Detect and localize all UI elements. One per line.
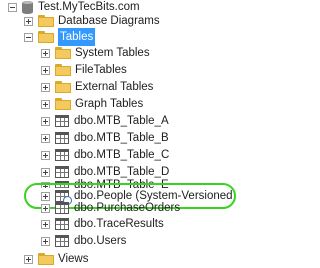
expand-toggle[interactable] [41, 65, 50, 75]
node-label: Graph Tables [75, 98, 144, 110]
expand-toggle[interactable] [41, 191, 50, 201]
table-icon [55, 115, 69, 127]
node-label: dbo.MTB_Table_A [74, 115, 169, 127]
folder-icon [55, 64, 71, 76]
node-label: External Tables [75, 81, 154, 93]
table-icon [55, 149, 69, 161]
tree-node-external-tables[interactable]: External Tables [41, 78, 153, 96]
table-icon [55, 132, 69, 144]
tree-node-table[interactable]: dbo.MTB_Table_B [41, 129, 169, 147]
folder-icon [55, 98, 71, 110]
tree-node-graph-tables[interactable]: Graph Tables [41, 95, 143, 113]
expand-toggle[interactable] [24, 254, 33, 264]
table-icon [55, 235, 69, 247]
tree-node-purchase-orders[interactable]: dbo.PurchaseOrders [41, 202, 180, 214]
expand-toggle[interactable] [41, 48, 50, 58]
node-label: Views [58, 253, 89, 265]
expand-toggle[interactable] [24, 16, 33, 26]
node-label: System Tables [75, 47, 150, 59]
collapse-toggle[interactable] [8, 2, 17, 12]
expand-toggle[interactable] [41, 167, 50, 177]
node-label: dbo.MTB_Table_C [74, 149, 170, 161]
folder-icon [38, 31, 54, 43]
expand-toggle[interactable] [41, 150, 50, 160]
expand-toggle[interactable] [41, 133, 50, 143]
folder-icon [38, 253, 54, 265]
table-icon [55, 166, 69, 178]
node-label: dbo.Users [74, 235, 127, 247]
folder-icon [55, 81, 71, 93]
tree-node-trace-results[interactable]: dbo.TraceResults [41, 215, 164, 233]
tree-node-system-tables[interactable]: System Tables [41, 44, 150, 62]
expand-toggle[interactable] [41, 219, 50, 229]
expand-toggle[interactable] [41, 99, 50, 109]
folder-icon [55, 47, 71, 59]
table-icon [55, 218, 69, 230]
node-label: FileTables [75, 64, 127, 76]
collapse-toggle[interactable] [24, 32, 33, 42]
expand-toggle[interactable] [41, 116, 50, 126]
expand-toggle[interactable] [41, 236, 50, 246]
tree-node-table[interactable]: dbo.MTB_Table_A [41, 112, 169, 130]
table-icon [55, 202, 69, 214]
node-label: dbo.MTB_Table_B [74, 132, 169, 144]
tree-node-filetables[interactable]: FileTables [41, 61, 127, 79]
tree-node-users[interactable]: dbo.Users [41, 232, 126, 250]
node-label: dbo.PurchaseOrders [74, 202, 181, 214]
expand-toggle[interactable] [41, 203, 50, 213]
expand-toggle[interactable] [41, 82, 50, 92]
tree-node-views[interactable]: Views [24, 250, 88, 268]
tree-node-table[interactable]: dbo.MTB_Table_C [41, 146, 169, 164]
node-label: dbo.TraceResults [74, 218, 164, 230]
folder-icon [38, 15, 54, 27]
system-versioned-table-icon [55, 190, 72, 205]
